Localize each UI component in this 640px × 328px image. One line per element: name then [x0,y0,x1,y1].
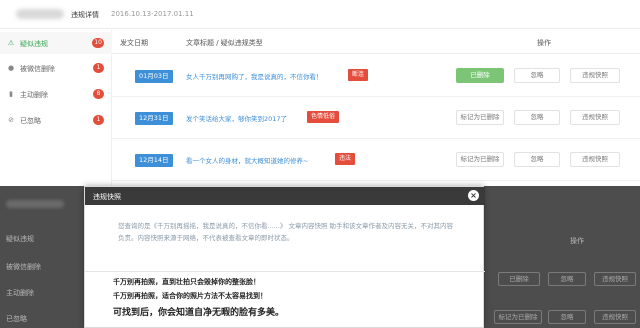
date-badge: 12月14日 [135,154,173,167]
modal-title: 违规快照 [93,193,121,201]
article-title-link[interactable]: 发个笑话给大家，够你笑到2017了 [186,113,287,123]
top-bar: 违规详情 2016.10.13-2017.01.11 [0,0,640,30]
bg-button: 违规快照 [594,310,636,324]
mark-deleted-button[interactable]: 标记为已删除 [456,152,504,167]
date-range: 2016.10.13-2017.01.11 [111,10,194,18]
account-name-blurred [6,200,64,208]
sidebar-item-label: 已忽略 [20,117,41,125]
account-name-blurred [16,9,64,19]
count-badge: 1 [93,63,104,73]
modal-header: 违规快照 × [85,187,485,205]
trash-icon: ▮ [9,90,13,98]
bg-column-header: 操作 [570,237,584,245]
modal-description: 您查询的是《千万别再摇摇，我是说真的，不信你看......》 文章内容快照 助手… [118,222,454,242]
bg-sidebar-item: 疑似违规 [6,235,34,243]
divider [85,271,485,272]
column-header-date: 发文日期 [120,39,148,47]
violation-tag: 违法 [335,153,356,165]
warning-icon: ⚠ [7,39,15,47]
count-badge: 1 [93,115,104,125]
mark-deleted-button[interactable]: 标记为已删除 [456,110,504,125]
snapshot-button[interactable]: 违规快照 [570,68,620,83]
sidebar-item-ignored[interactable]: ⊘ 已忽略 1 [0,109,112,131]
bg-button: 违规快照 [594,272,636,286]
column-header-action: 操作 [537,39,551,47]
bg-button: 忽略 [548,310,586,324]
bg-button: 忽略 [548,272,586,286]
bg-button: 标记为已删除 [494,310,542,324]
article-title-link[interactable]: 看一个女人的身材，就大概知道她的修养~ [186,155,308,165]
sidebar-item-deleted-by-wechat[interactable]: ● 被微信删除 1 [0,57,112,79]
violation-tag: 断连 [348,69,369,81]
article-title-link[interactable]: 女人千万别再网购了，我是说真的，不信你看！ [186,71,323,81]
date-badge: 01月03日 [135,70,173,83]
snapshot-button[interactable]: 违规快照 [570,152,620,167]
ignore-button[interactable]: 忽略 [514,68,560,83]
sidebar-item-suspected[interactable]: ⚠ 疑似违规 10 [0,32,112,54]
snapshot-text-line: 千万别再拍照，直到壮拍只会毁掉你的整张脸！ [113,277,260,286]
main-panel: 违规详情 2016.10.13-2017.01.11 ⚠ 疑似违规 10 ● 被… [0,0,640,186]
table-row: 12月14日 看一个女人的身材，就大概知道她的修养~ 违法 标记为已删除 忽略 … [112,141,640,181]
violation-tag: 色情低俗 [307,111,340,123]
date-badge: 12月31日 [135,112,173,125]
snapshot-text-line: 千万别再拍照，适合你的照片方法不太容易找到！ [113,291,267,300]
sidebar-item-self-deleted[interactable]: ▮ 主动删除 8 [0,83,112,105]
ignore-button[interactable]: 忽略 [514,152,560,167]
deleted-button[interactable]: 已删除 [456,68,504,83]
bg-sidebar-item: 已忽略 [6,315,27,323]
divider [112,53,640,54]
sidebar-item-label: 主动删除 [20,91,48,99]
circle-icon: ● [7,64,15,72]
ignore-icon: ⊘ [8,116,14,124]
table-row: 12月31日 发个笑话给大家，够你笑到2017了 色情低俗 标记为已删除 忽略 … [112,99,640,139]
bg-button: 已删除 [498,272,540,286]
snapshot-text-line: 可找到后，你会知道自净无暇的脸有多美。 [113,308,285,318]
table-row: 01月03日 女人千万别再网购了，我是说真的，不信你看！ 断连 已删除 忽略 违… [112,57,640,97]
ignore-button[interactable]: 忽略 [514,110,560,125]
sidebar-item-label: 疑似违规 [20,40,48,48]
snapshot-button[interactable]: 违规快照 [570,110,620,125]
close-icon[interactable]: × [468,190,479,201]
bg-sidebar-item: 主动删除 [6,289,34,297]
divider [0,28,640,29]
count-badge: 8 [93,89,104,99]
count-badge: 10 [92,38,104,48]
sidebar-item-label: 被微信删除 [20,65,55,73]
breadcrumb: 违规详情 [71,11,99,19]
bg-sidebar-item: 被微信删除 [6,263,41,271]
snapshot-modal: 违规快照 × 您查询的是《千万别再摇摇，我是说真的，不信你看......》 文章… [84,186,485,328]
column-header-title: 文章标题 / 疑似违规类型 [186,39,263,47]
sidebar: ⚠ 疑似违规 10 ● 被微信删除 1 ▮ 主动删除 8 ⊘ 已忽略 1 [0,30,112,186]
